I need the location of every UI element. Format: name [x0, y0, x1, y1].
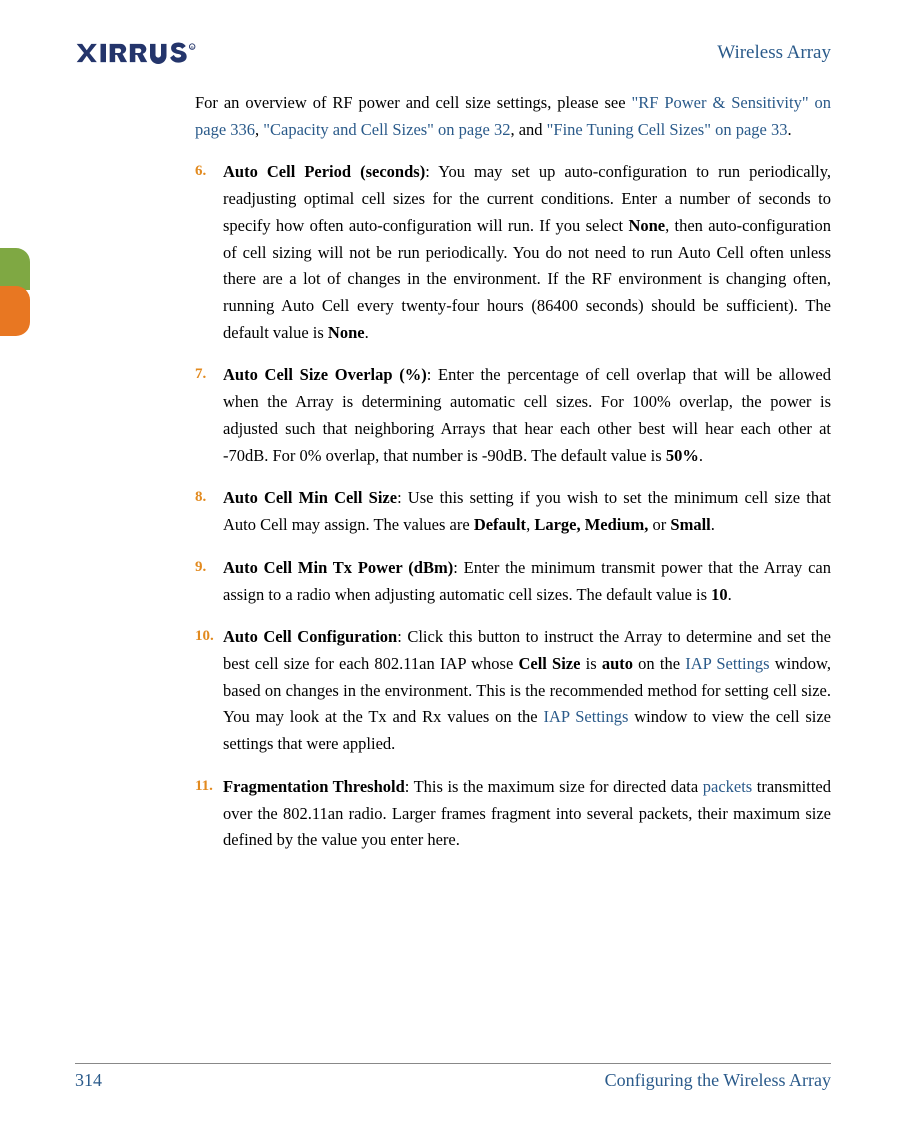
intro-sep2: , and [510, 120, 546, 139]
list-item-body: Auto Cell Period (seconds): You may set … [223, 162, 831, 341]
side-tab-orange [0, 286, 30, 336]
brand-logo: R [75, 42, 225, 64]
list-item-body: Auto Cell Min Tx Power (dBm): Enter the … [223, 558, 831, 604]
link-fine-tuning[interactable]: "Fine Tuning Cell Sizes" on page 33 [547, 120, 788, 139]
page-header: R Wireless Array [75, 42, 831, 64]
list-item-number: 6. [195, 159, 206, 183]
link-capacity-cell-sizes[interactable]: "Capacity and Cell Sizes" on page 32 [263, 120, 510, 139]
list-item-number: 11. [195, 774, 213, 798]
list-item-number: 9. [195, 555, 206, 579]
side-tab-marker [0, 248, 30, 336]
list-item: 7. Auto Cell Size Overlap (%): Enter the … [195, 362, 831, 469]
side-tab-green [0, 248, 30, 290]
header-title: Wireless Array [717, 42, 831, 64]
intro-paragraph: For an overview of RF power and cell siz… [195, 90, 831, 143]
footer-section-title: Configuring the Wireless Array [605, 1070, 831, 1091]
xirrus-logo-icon: R [75, 42, 225, 64]
list-item-body: Fragmentation Threshold: This is the max… [223, 777, 831, 849]
svg-text:R: R [191, 45, 195, 50]
list-item: 6. Auto Cell Period (seconds): You may se… [195, 159, 831, 346]
page-footer: 314 Configuring the Wireless Array [75, 1063, 831, 1091]
list-item: 9. Auto Cell Min Tx Power (dBm): Enter th… [195, 555, 831, 608]
list-item: 11. Fragmentation Threshold: This is the … [195, 774, 831, 854]
list-item-number: 7. [195, 362, 206, 386]
intro-prefix: For an overview of RF power and cell siz… [195, 93, 631, 112]
list-item: 8. Auto Cell Min Cell Size: Use this sett… [195, 485, 831, 538]
list-item-body: Auto Cell Configuration: Click this butt… [223, 627, 831, 753]
list-item-body: Auto Cell Size Overlap (%): Enter the pe… [223, 365, 831, 464]
intro-suffix: . [787, 120, 791, 139]
list-item-body: Auto Cell Min Cell Size: Use this settin… [223, 488, 831, 534]
list-item-number: 10. [195, 624, 214, 648]
list-item-number: 8. [195, 485, 206, 509]
page-number: 314 [75, 1070, 102, 1091]
document-content: For an overview of RF power and cell siz… [195, 90, 831, 854]
list-item: 10. Auto Cell Configuration: Click this b… [195, 624, 831, 758]
